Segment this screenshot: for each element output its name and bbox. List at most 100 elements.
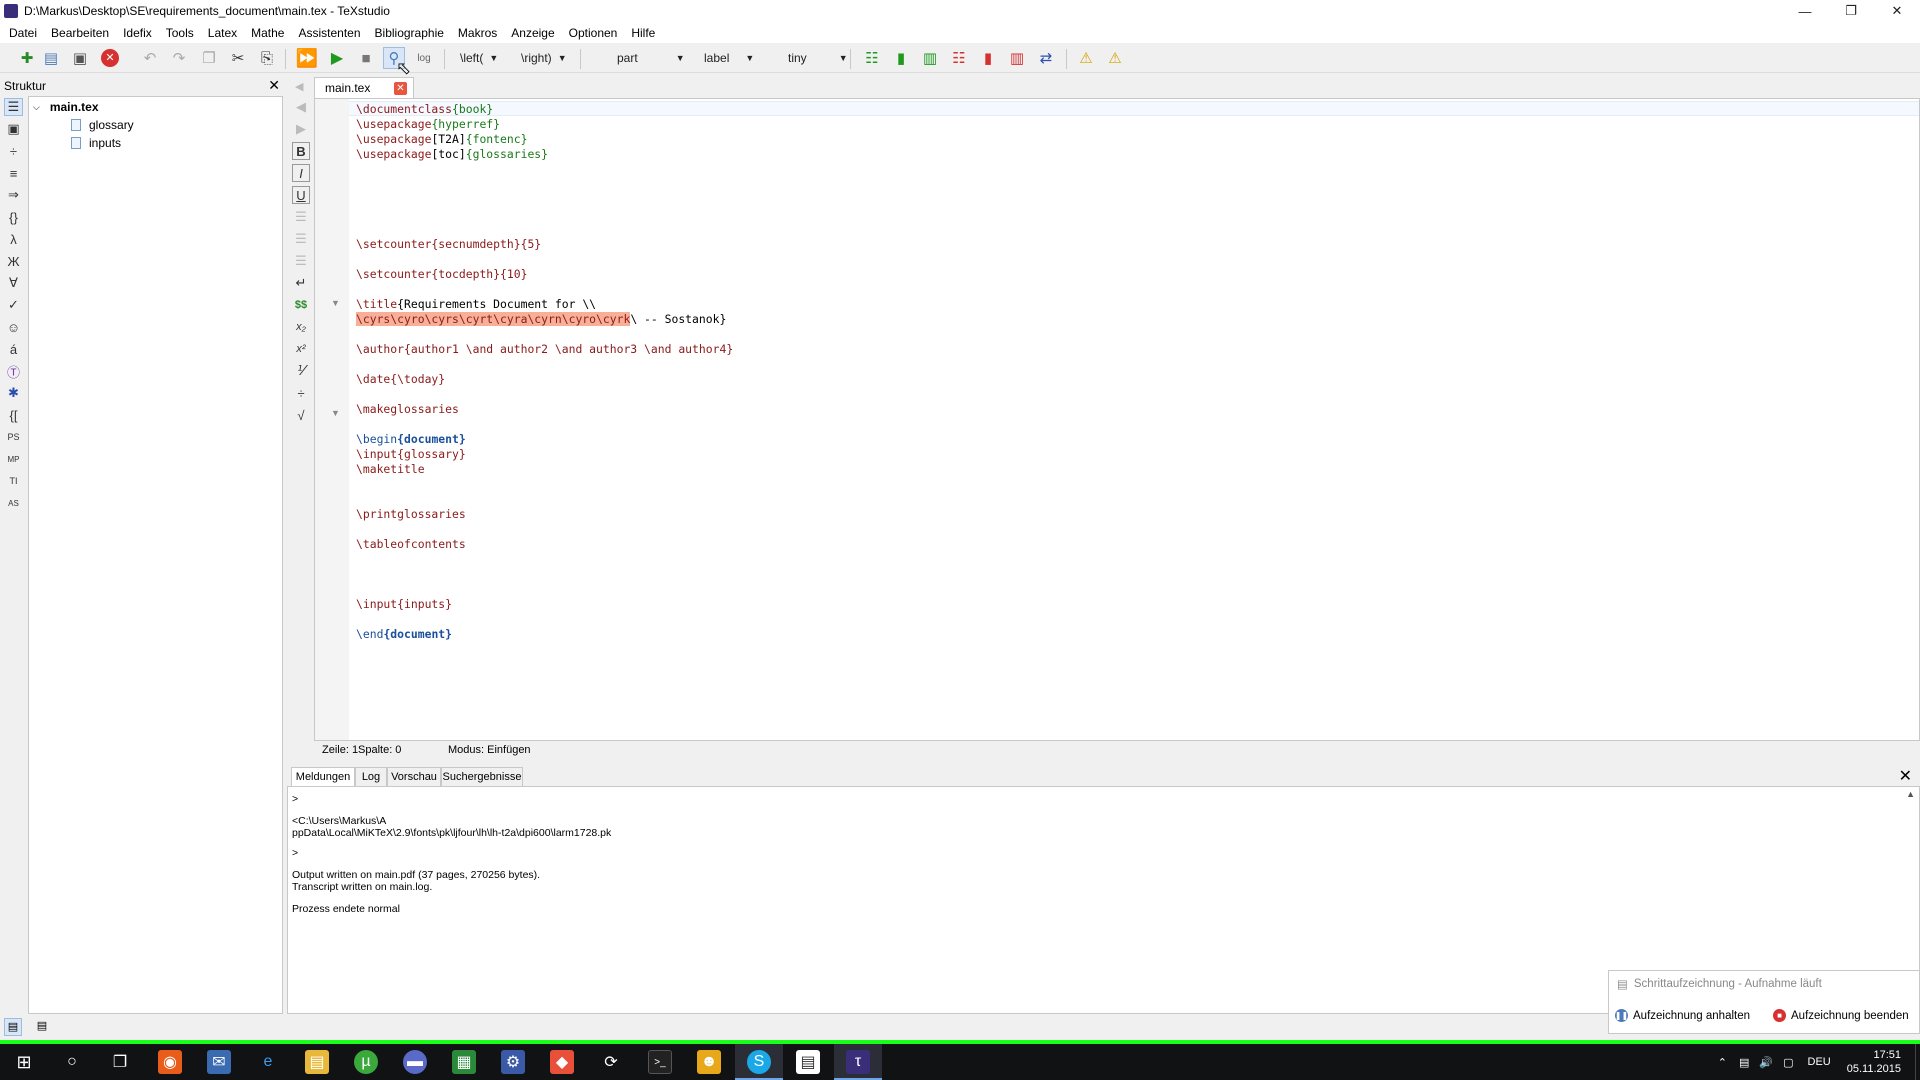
table-align-icon[interactable]: ⇄ bbox=[1035, 47, 1057, 69]
asterisk-icon[interactable]: ✱ bbox=[4, 384, 23, 402]
fraction-icon[interactable]: ⅟ bbox=[292, 362, 310, 380]
toggle-structure-icon[interactable]: ▤ bbox=[4, 1018, 22, 1036]
menu-anzeige[interactable]: Anzeige bbox=[504, 26, 561, 40]
italic-icon[interactable]: I bbox=[292, 164, 310, 182]
menu-assistenten[interactable]: Assistenten bbox=[291, 26, 367, 40]
menu-idefix[interactable]: Idefix bbox=[116, 26, 159, 40]
table-insert-icon[interactable]: ▥ bbox=[919, 47, 941, 69]
cortana-icon[interactable]: ○ bbox=[60, 1050, 84, 1074]
view-log-icon[interactable]: log bbox=[413, 47, 435, 69]
chevron-down-icon[interactable]: ⌵ bbox=[33, 102, 40, 113]
fold-marker-icon[interactable]: ▼ bbox=[331, 298, 340, 308]
menu-mathe[interactable]: Mathe bbox=[244, 26, 291, 40]
spreadsheet-icon[interactable]: ▦ bbox=[452, 1050, 476, 1074]
pstricks-icon[interactable]: PS bbox=[4, 428, 23, 446]
network-tool-icon[interactable]: ⚙ bbox=[501, 1050, 525, 1074]
clock[interactable]: 17:51 05.11.2015 bbox=[1847, 1048, 1901, 1076]
minimize-button[interactable]: — bbox=[1782, 0, 1828, 22]
sync-icon[interactable]: ⟳ bbox=[599, 1050, 623, 1074]
terminal-icon[interactable]: >_ bbox=[648, 1050, 672, 1074]
bold-icon[interactable]: B bbox=[292, 142, 310, 160]
volume-icon[interactable]: 🔊 bbox=[1759, 1056, 1773, 1069]
newline-icon[interactable]: ↵ bbox=[292, 274, 310, 292]
dfrac-icon[interactable]: ÷ bbox=[292, 384, 310, 402]
tree-item-inputs[interactable]: inputs bbox=[71, 135, 121, 151]
accents-icon[interactable]: á bbox=[4, 340, 23, 358]
tree-item-glossary[interactable]: glossary bbox=[71, 117, 134, 133]
nav-back-icon[interactable]: ◀ bbox=[292, 98, 310, 116]
code-editor[interactable]: ▼ ▼ \documentclass{book} \usepackage{hyp… bbox=[314, 98, 1920, 741]
thunderbird-icon[interactable]: ✉ bbox=[207, 1050, 231, 1074]
git-icon[interactable]: ◆ bbox=[550, 1050, 574, 1074]
table-remove-column-icon[interactable]: ▮ bbox=[977, 47, 999, 69]
table-add-column-icon[interactable]: ▮ bbox=[890, 47, 912, 69]
menu-hilfe[interactable]: Hilfe bbox=[624, 26, 662, 40]
warning-next-icon[interactable]: ⚠ bbox=[1104, 47, 1126, 69]
cyrillic-icon[interactable]: Ж bbox=[4, 252, 23, 270]
font-size-select[interactable]: tiny ▼ bbox=[788, 49, 848, 67]
restore-button[interactable]: ❐ bbox=[1828, 0, 1874, 22]
operators-icon[interactable]: ÷ bbox=[4, 142, 23, 160]
menu-datei[interactable]: Datei bbox=[2, 26, 44, 40]
steps-recorder-taskbar-icon[interactable]: ▤ bbox=[796, 1050, 820, 1074]
misc-math-icon[interactable]: ∀ bbox=[4, 274, 23, 292]
fold-marker-icon[interactable]: ▼ bbox=[331, 408, 340, 418]
sqrt-icon[interactable]: √ bbox=[292, 406, 310, 424]
close-file-icon[interactable]: ✕ bbox=[99, 47, 121, 69]
new-file-icon[interactable]: ✚ bbox=[16, 47, 38, 69]
menu-makros[interactable]: Makros bbox=[451, 26, 504, 40]
utorrent-icon[interactable]: µ bbox=[354, 1050, 378, 1074]
task-view-icon[interactable]: ❐ bbox=[108, 1050, 132, 1074]
align-left-icon[interactable]: ☰ bbox=[292, 208, 310, 226]
math-mode-icon[interactable]: $$ bbox=[292, 296, 310, 314]
menu-optionen[interactable]: Optionen bbox=[562, 26, 625, 40]
align-right-icon[interactable]: ☰ bbox=[292, 252, 310, 270]
superscript-icon[interactable]: x² bbox=[292, 340, 310, 358]
table-delete-icon[interactable]: ▥ bbox=[1006, 47, 1028, 69]
left-delimiter-select[interactable]: \left(▼ bbox=[460, 49, 498, 67]
edge-icon[interactable]: e bbox=[256, 1050, 280, 1074]
file-explorer-icon[interactable]: ▤ bbox=[305, 1050, 329, 1074]
close-messages-icon[interactable]: ✕ bbox=[1899, 766, 1912, 786]
smiley-icon[interactable]: ☺ bbox=[4, 318, 23, 336]
greek-icon[interactable]: λ bbox=[4, 230, 23, 248]
texstudio-taskbar-icon[interactable]: τ bbox=[846, 1050, 870, 1074]
structure-view-icon[interactable]: ☰ bbox=[4, 98, 23, 116]
tree-root[interactable]: ⌵ main.tex bbox=[33, 99, 99, 115]
subscript-icon[interactable]: x₂ bbox=[292, 318, 310, 336]
tab-meldungen[interactable]: Meldungen bbox=[291, 767, 355, 786]
tab-vorschau[interactable]: Vorschau bbox=[387, 767, 441, 786]
vpn-icon[interactable]: ▬ bbox=[403, 1050, 427, 1074]
align-center-icon[interactable]: ☰ bbox=[292, 230, 310, 248]
redo-icon[interactable]: ↷ bbox=[168, 47, 190, 69]
close-window-button[interactable]: ✕ bbox=[1874, 0, 1920, 22]
menu-bibliographie[interactable]: Bibliographie bbox=[368, 26, 451, 40]
windows-start-icon[interactable]: ⊞ bbox=[12, 1050, 36, 1074]
toggle-messages-icon[interactable]: ▤ bbox=[33, 1018, 51, 1036]
firefox-icon[interactable]: ◉ bbox=[158, 1050, 182, 1074]
cut-icon[interactable]: ✂ bbox=[227, 47, 249, 69]
tray-expand-icon[interactable]: ⌃ bbox=[1718, 1056, 1727, 1069]
tab-scroll-left-icon[interactable]: ◀ bbox=[295, 80, 303, 93]
menu-tools[interactable]: Tools bbox=[159, 26, 201, 40]
open-file-icon[interactable]: ▤ bbox=[40, 47, 62, 69]
game-icon[interactable]: ☻ bbox=[697, 1050, 721, 1074]
tab-suchergebnisse[interactable]: Suchergebnisse bbox=[441, 767, 523, 786]
menu-bearbeiten[interactable]: Bearbeiten bbox=[44, 26, 116, 40]
sectioning-select[interactable]: part ▼ bbox=[617, 49, 685, 67]
copy-icon[interactable]: ❐ bbox=[198, 47, 220, 69]
delimiters-icon[interactable]: {} bbox=[4, 208, 23, 226]
asymptote-icon[interactable]: AS bbox=[4, 494, 23, 512]
relation-icon[interactable]: ≡ bbox=[4, 164, 23, 182]
arrows-icon[interactable]: ⇒ bbox=[4, 186, 23, 204]
metapost-icon[interactable]: MP bbox=[4, 450, 23, 468]
close-tab-icon[interactable]: ✕ bbox=[394, 82, 407, 95]
right-delimiter-select[interactable]: \right) ▼ bbox=[521, 49, 567, 67]
reference-select[interactable]: label ▼ bbox=[704, 49, 754, 67]
close-structure-icon[interactable]: ✕ bbox=[268, 77, 280, 94]
tikz-icon[interactable]: TI bbox=[4, 472, 23, 490]
tab-log[interactable]: Log bbox=[355, 767, 387, 786]
glyph-icon[interactable]: Ⓣ bbox=[4, 362, 23, 380]
paste-icon[interactable]: ⎘ bbox=[256, 47, 278, 69]
stop-icon[interactable]: ■ bbox=[355, 47, 377, 69]
